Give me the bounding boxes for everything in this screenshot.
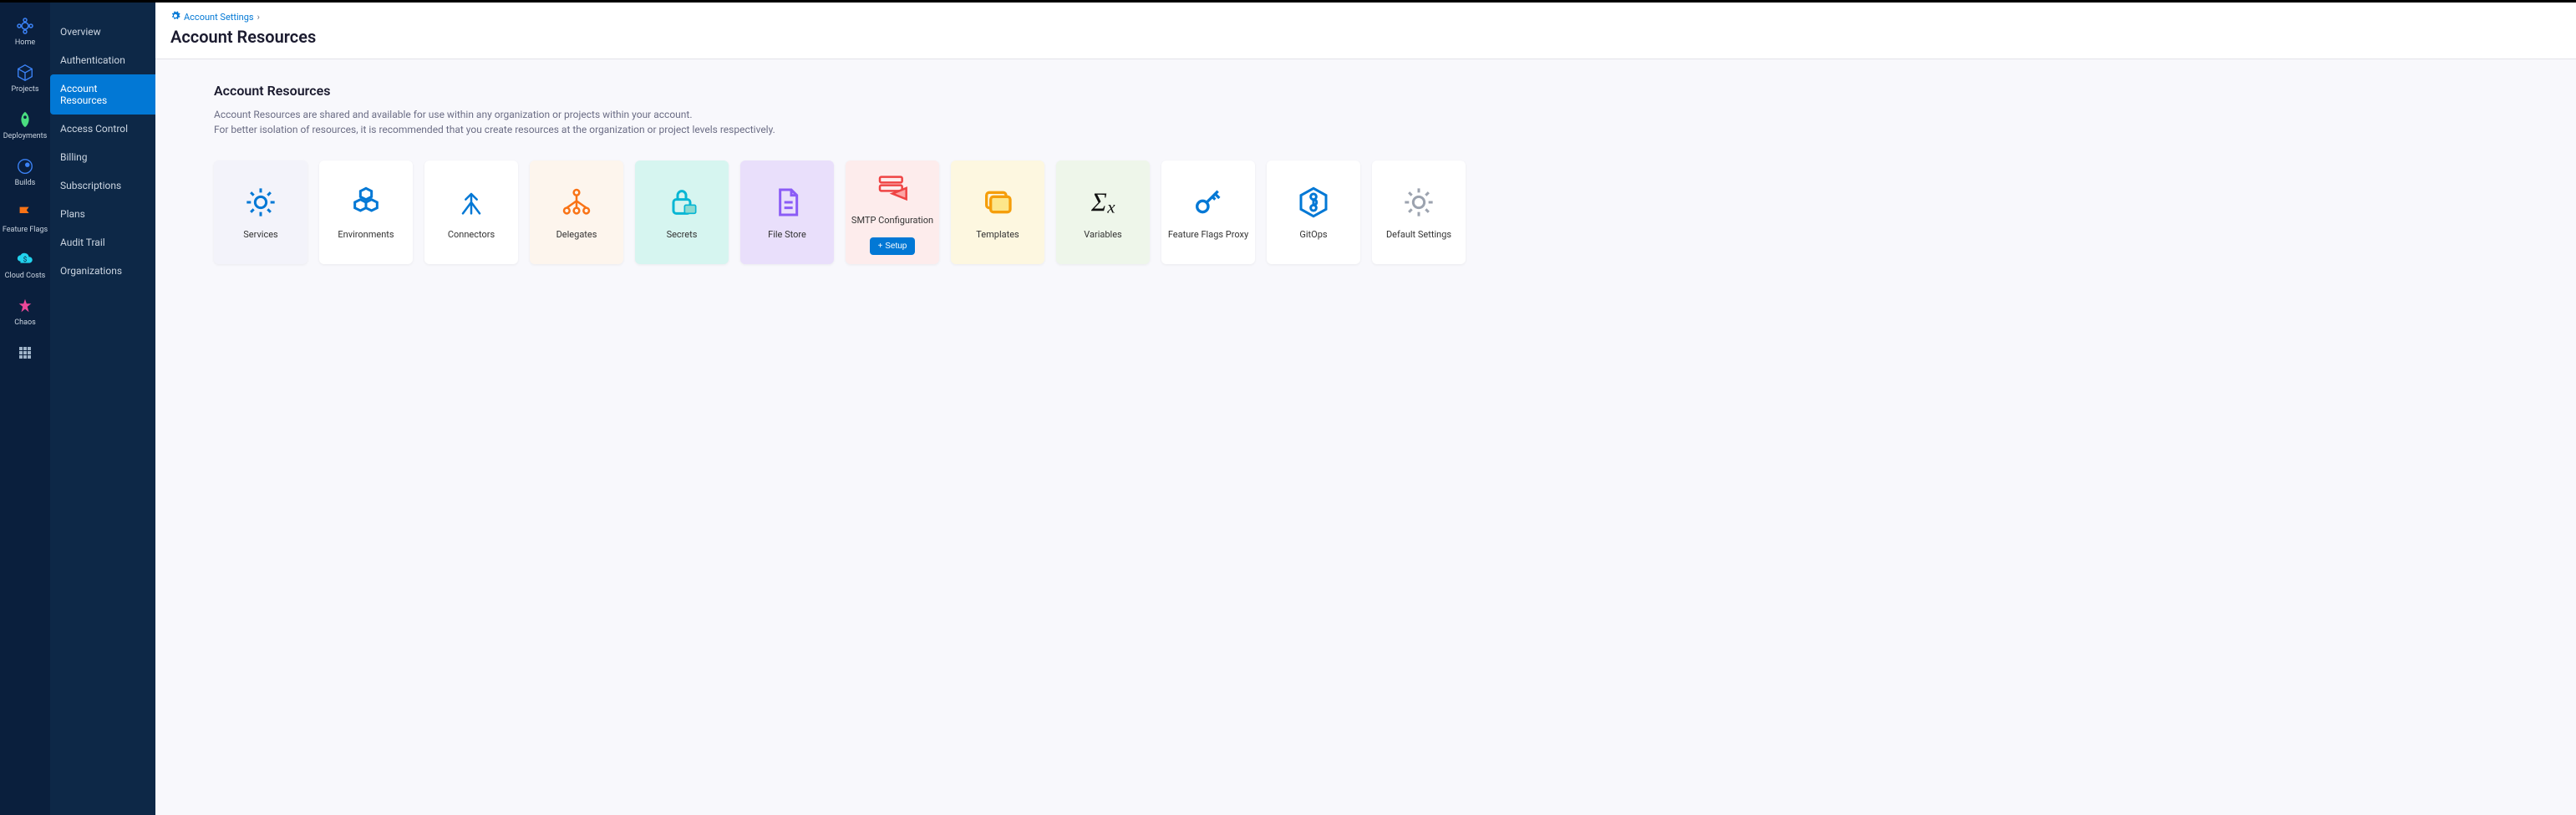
icon-rail: Home Projects Deployments Builds Feature… [0, 0, 50, 815]
wrench-icon [15, 156, 35, 176]
rail-item-home[interactable]: Home [2, 9, 48, 56]
card-smtp[interactable]: SMTP Configuration + Setup [846, 160, 939, 264]
page-title: Account Resources [170, 27, 2561, 47]
card-gitops[interactable]: GitOps [1267, 160, 1360, 264]
card-label: GitOps [1299, 229, 1327, 240]
sidebar-item-account-resources[interactable]: Account Resources [50, 74, 155, 115]
card-label: SMTP Configuration [851, 215, 933, 226]
key-icon [1190, 184, 1227, 221]
chaos-icon [15, 296, 35, 316]
rail-label: Projects [12, 86, 39, 94]
card-ff-proxy[interactable]: Feature Flags Proxy [1161, 160, 1255, 264]
card-label: Environments [338, 229, 394, 240]
cube-icon [15, 63, 35, 83]
svg-text:$: $ [23, 255, 28, 264]
hex-icon [348, 184, 384, 221]
sidebar-item-overview[interactable]: Overview [50, 18, 155, 46]
card-label: Delegates [556, 229, 597, 240]
template-icon [979, 184, 1016, 221]
card-label: Default Settings [1386, 229, 1451, 240]
gear-icon [242, 184, 279, 221]
file-icon [769, 184, 805, 221]
breadcrumb-label: Account Settings [184, 12, 254, 23]
rail-label: Home [15, 39, 35, 48]
card-file-store[interactable]: File Store [740, 160, 834, 264]
mail-icon [874, 170, 911, 206]
card-variables[interactable]: Σx Variables [1056, 160, 1150, 264]
rail-item-projects[interactable]: Projects [2, 56, 48, 103]
card-templates[interactable]: Templates [951, 160, 1044, 264]
card-label: Connectors [448, 229, 495, 240]
rail-label: Deployments [3, 133, 47, 141]
sidebar-item-plans[interactable]: Plans [50, 200, 155, 228]
card-label: Templates [976, 229, 1019, 240]
main: Account Settings › Account Resources Acc… [155, 0, 2576, 815]
card-secrets[interactable]: Secrets [635, 160, 729, 264]
sidebar-item-subscriptions[interactable]: Subscriptions [50, 171, 155, 200]
chevron-right-icon: › [257, 12, 260, 23]
svg-text:x: x [1106, 197, 1115, 217]
rocket-icon [15, 110, 35, 130]
card-connectors[interactable]: Connectors [424, 160, 518, 264]
sidebar-item-authentication[interactable]: Authentication [50, 46, 155, 74]
card-label: Feature Flags Proxy [1168, 229, 1248, 240]
sidebar-item-audit-trail[interactable]: Audit Trail [50, 228, 155, 257]
rail-label: Feature Flags [3, 227, 48, 235]
gear-icon [170, 11, 180, 23]
sidebar-item-organizations[interactable]: Organizations [50, 257, 155, 285]
sigma-icon: Σx [1085, 184, 1121, 221]
rail-item-chaos[interactable]: Chaos [2, 289, 48, 336]
breadcrumb[interactable]: Account Settings › [170, 11, 2561, 23]
section-title: Account Resources [214, 83, 2518, 99]
section-description: Account Resources are shared and availab… [214, 107, 899, 137]
rail-item-builds[interactable]: Builds [2, 150, 48, 196]
setup-button[interactable]: + Setup [870, 237, 916, 255]
gitops-icon [1295, 184, 1332, 221]
main-header: Account Settings › Account Resources [155, 3, 2576, 59]
card-delegates[interactable]: Delegates [530, 160, 623, 264]
rail-label: Chaos [14, 319, 36, 328]
cards-grid: Services Environments Connectors Delegates S… [214, 160, 2518, 264]
rail-grid-button[interactable] [15, 343, 35, 363]
cloud-dollar-icon: $ [15, 249, 35, 269]
sidebar-item-billing[interactable]: Billing [50, 143, 155, 171]
connector-icon [453, 184, 490, 221]
card-services[interactable]: Services [214, 160, 307, 264]
card-label: Services [243, 229, 277, 240]
rail-item-cloud-costs[interactable]: $ Cloud Costs [2, 242, 48, 289]
sidebar-item-access-control[interactable]: Access Control [50, 115, 155, 143]
card-label: File Store [768, 229, 806, 240]
card-environments[interactable]: Environments [319, 160, 413, 264]
rail-item-deployments[interactable]: Deployments [2, 103, 48, 150]
card-default-settings[interactable]: Default Settings [1372, 160, 1466, 264]
card-label: Secrets [667, 229, 698, 240]
delegates-icon [558, 184, 595, 221]
svg-text:Σ: Σ [1090, 188, 1107, 217]
side-nav: Overview Authentication Account Resource… [50, 0, 155, 815]
rail-item-feature-flags[interactable]: Feature Flags [2, 196, 48, 243]
flag-icon [15, 203, 35, 223]
lock-icon [663, 184, 700, 221]
rail-label: Builds [15, 180, 36, 188]
gear-gray-icon [1400, 184, 1437, 221]
home-icon [15, 16, 35, 36]
rail-label: Cloud Costs [5, 273, 46, 281]
card-label: Variables [1084, 229, 1122, 240]
